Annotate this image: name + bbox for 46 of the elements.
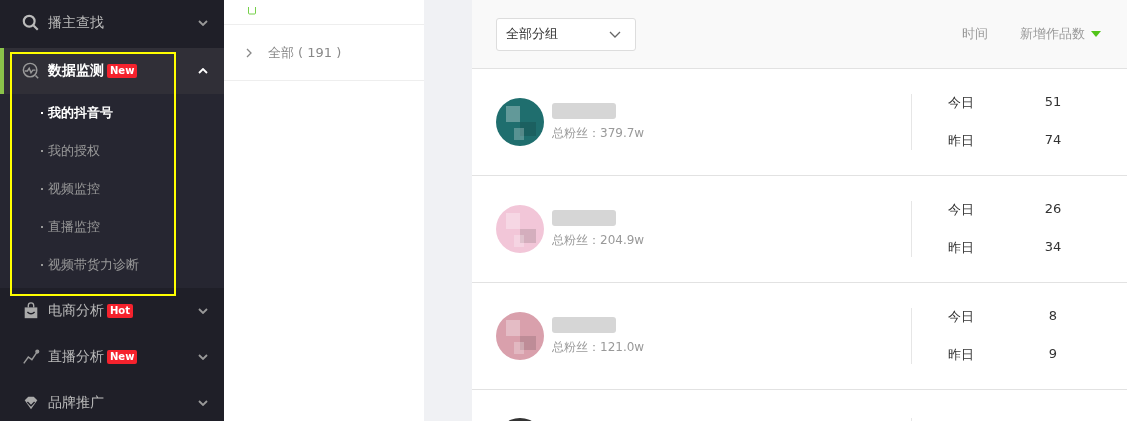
fan-count: 总粉丝：379.7w bbox=[552, 124, 645, 142]
period-label: 昨日 bbox=[948, 239, 975, 257]
fan-count: 总粉丝：121.0w bbox=[552, 338, 645, 356]
sort-down-icon bbox=[1091, 31, 1101, 37]
period-label: 昨日 bbox=[948, 132, 975, 150]
submenu-item[interactable]: 我的抖音号 bbox=[0, 94, 224, 132]
work-count: 74 bbox=[1043, 132, 1063, 149]
period-label: 今日 bbox=[948, 201, 975, 219]
chevron-down-icon bbox=[198, 308, 208, 314]
chevron-down-icon bbox=[609, 30, 621, 38]
bag-icon bbox=[22, 302, 40, 320]
period-label: 昨日 bbox=[948, 346, 975, 364]
work-count: 51 bbox=[1043, 94, 1063, 111]
submenu-item[interactable]: 我的授权 bbox=[0, 132, 224, 170]
menu-badge: New bbox=[107, 350, 138, 364]
work-count: 26 bbox=[1043, 201, 1063, 218]
chevron-right-icon bbox=[246, 47, 252, 58]
submenu-item[interactable]: 直播监控 bbox=[0, 208, 224, 246]
blurred-name bbox=[552, 102, 616, 119]
search-icon bbox=[22, 14, 40, 32]
menu-item[interactable]: 直播分析 New bbox=[0, 334, 224, 380]
menu-item[interactable]: 数据监测 New bbox=[0, 48, 224, 94]
menu-item[interactable]: 品牌推广 bbox=[0, 380, 224, 421]
fan-count: 总粉丝：204.9w bbox=[552, 231, 645, 249]
chevron-up-icon bbox=[198, 68, 208, 74]
blurred-name bbox=[552, 316, 616, 333]
submenu-item[interactable]: 视频监控 bbox=[0, 170, 224, 208]
chevron-down-icon bbox=[198, 20, 208, 26]
period-label: 今日 bbox=[948, 94, 975, 112]
work-count: 9 bbox=[1047, 346, 1059, 363]
chevron-down-icon bbox=[198, 354, 208, 360]
menu-item[interactable]: 播主查找 bbox=[0, 0, 224, 48]
blurred-name bbox=[552, 209, 616, 226]
group-item[interactable]: 全部 ( 191 ) bbox=[224, 25, 424, 81]
menu-badge: New bbox=[107, 64, 138, 78]
work-count: 34 bbox=[1043, 239, 1063, 256]
work-count: 8 bbox=[1047, 308, 1059, 325]
menu-item[interactable]: 电商分析 Hot bbox=[0, 288, 224, 334]
menu-badge: Hot bbox=[107, 304, 134, 318]
diamond-icon bbox=[22, 394, 40, 412]
pulse-circle-icon bbox=[22, 62, 40, 80]
period-label: 今日 bbox=[948, 308, 975, 326]
chevron-down-icon bbox=[198, 400, 208, 406]
submenu-item[interactable]: 视频带货力诊断 bbox=[0, 246, 224, 284]
group-dropdown[interactable]: 全部分组 bbox=[496, 17, 636, 51]
line-chart-icon bbox=[22, 348, 40, 366]
